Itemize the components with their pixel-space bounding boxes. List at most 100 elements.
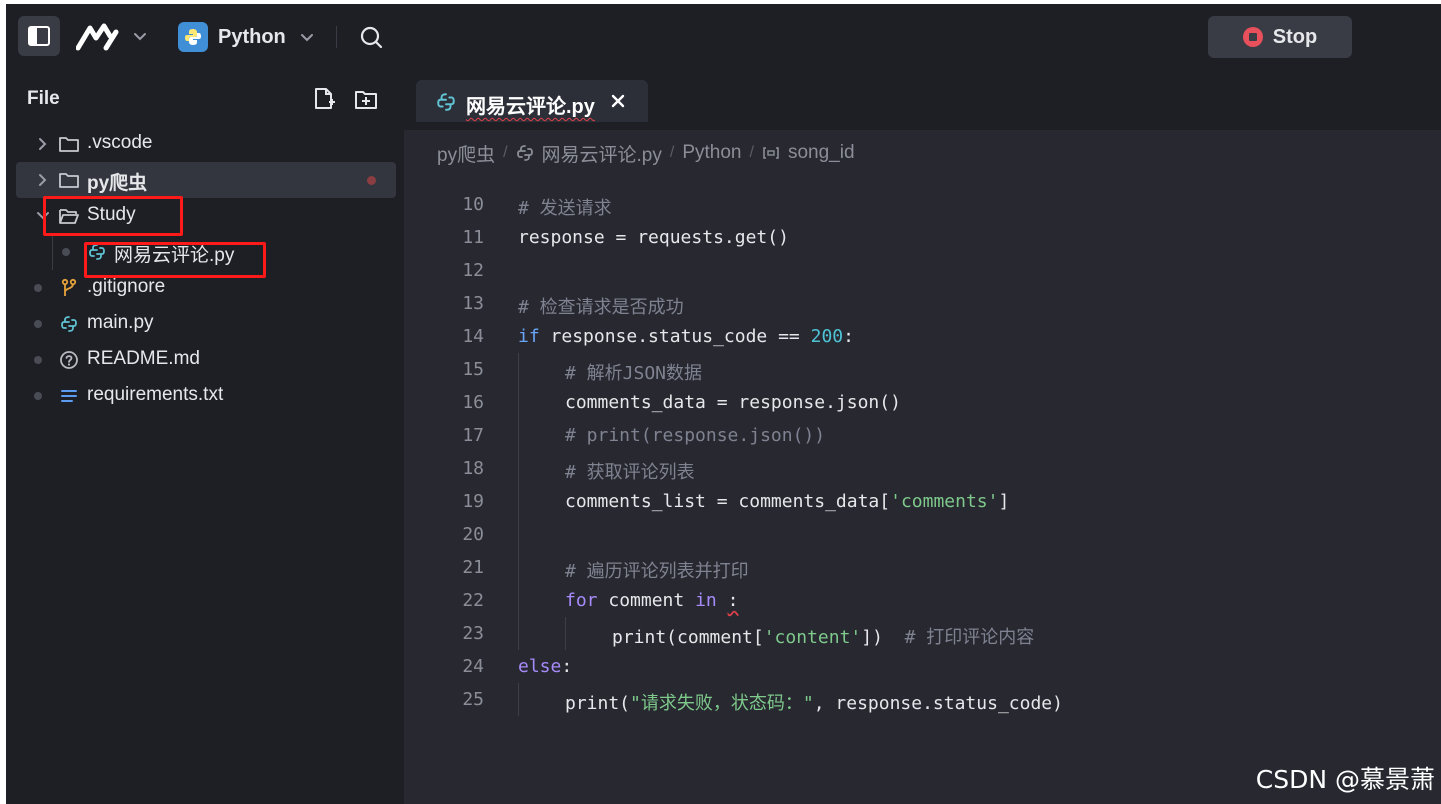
breadcrumb-separator: / (669, 144, 675, 161)
code-line: 11 response = requests.get() (404, 221, 1441, 254)
indent-guide (518, 683, 519, 716)
code-line: 14 if response.status_code == 200: (404, 320, 1441, 353)
folder-icon (58, 133, 80, 155)
breadcrumb-separator: / (749, 144, 754, 161)
code-text: for comment in : (565, 590, 739, 611)
tab-label: 网易云评论.py (466, 96, 595, 118)
stop-button[interactable]: Stop (1208, 16, 1352, 58)
code-text: print(comment['content']) # 打印评论内容 (612, 627, 1035, 648)
line-number: 19 (462, 491, 484, 512)
line-number: 11 (462, 227, 484, 248)
chevron-right-icon (39, 138, 47, 150)
chevron-down-icon (300, 34, 313, 42)
breadcrumb-item[interactable]: Python (682, 142, 741, 164)
tree-item-label: py爬虫 (87, 173, 148, 194)
code-line: 10 # 发送请求 (404, 188, 1441, 221)
code-line: 21 # 遍历评论列表并打印 (404, 551, 1441, 584)
new-folder-icon[interactable] (354, 88, 378, 110)
file-dot (34, 356, 42, 364)
code-line: 22 for comment in : (404, 584, 1441, 617)
tree-item-py-spider[interactable]: py爬虫 (16, 162, 396, 198)
tree-item-label: main.py (87, 312, 154, 333)
language-label: Python (218, 25, 286, 48)
code-text: else: (518, 656, 573, 677)
sidebar-toggle-icon (28, 26, 50, 46)
line-number: 25 (462, 689, 484, 710)
modified-indicator (367, 176, 376, 185)
tab-bar: 网易云评论.py (404, 70, 1441, 130)
tree-item-main-py[interactable]: main.py (16, 306, 396, 342)
variable-icon (762, 144, 780, 162)
code-line: 17 # print(response.json()) (404, 419, 1441, 452)
explorer-title: File (27, 88, 60, 109)
tree-item-label: README.md (87, 348, 200, 369)
line-number: 17 (462, 425, 484, 446)
stop-label: Stop (1272, 25, 1318, 48)
line-number: 13 (462, 293, 484, 314)
line-number: 18 (462, 458, 484, 479)
code-text: print("请求失败，状态码：", response.status_code) (565, 693, 1063, 714)
code-line: 12 (404, 254, 1441, 287)
indent-guide (518, 584, 519, 617)
code-text: # 遍历评论列表并打印 (565, 561, 749, 582)
highlight-box-file (84, 242, 266, 278)
text-lines-icon (58, 385, 80, 407)
python-file-icon (437, 93, 455, 111)
code-area[interactable]: 10 # 发送请求 11 response = requests.get() 12 … (404, 188, 1441, 716)
line-number: 10 (462, 194, 484, 215)
tree-item-requirements[interactable]: requirements.txt (16, 378, 396, 414)
git-branch-icon (58, 277, 80, 299)
tree-item-label: .gitignore (87, 276, 166, 297)
chevron-down-icon[interactable] (132, 26, 148, 46)
indent-guide (518, 551, 519, 584)
breadcrumb-item[interactable]: 网易云评论.py (542, 140, 662, 167)
line-number: 15 (462, 359, 484, 380)
tab-netease-comments-py[interactable]: 网易云评论.py (416, 80, 648, 122)
question-circle-icon (58, 349, 80, 371)
code-line: 15 # 解析JSON数据 (404, 353, 1441, 386)
indent-guide (518, 518, 519, 551)
code-editor: 网易云评论.py py爬虫 / 网易云评论.py / Python / song… (404, 70, 1441, 804)
indent-guide (518, 485, 519, 518)
line-number: 23 (462, 623, 484, 644)
app-logo-icon[interactable] (76, 22, 122, 52)
indent-guide (518, 353, 519, 386)
breadcrumb-item[interactable]: py爬虫 (437, 140, 495, 167)
top-bar: Python Stop (6, 4, 1441, 70)
code-text: # 检查请求是否成功 (518, 297, 684, 318)
indent-guide (518, 386, 519, 419)
ide-window: Python Stop File .vscode py爬虫 Study 网易云评… (6, 4, 1441, 804)
line-number: 20 (462, 524, 484, 545)
indent-guide (518, 617, 519, 650)
chevron-right-icon (39, 174, 47, 186)
indent-guide (518, 419, 519, 452)
language-selector[interactable]: Python (178, 20, 314, 54)
tree-item-vscode[interactable]: .vscode (16, 126, 396, 162)
tree-item-label: .vscode (87, 132, 153, 153)
code-text: # 发送请求 (518, 198, 612, 219)
code-text: # 解析JSON数据 (565, 363, 703, 384)
line-number: 14 (462, 326, 484, 347)
code-text: # 获取评论列表 (565, 462, 695, 483)
code-line: 16 comments_data = response.json() (404, 386, 1441, 419)
python-file-icon (516, 144, 534, 162)
indent-guide (565, 617, 566, 650)
tree-item-readme[interactable]: README.md (16, 342, 396, 378)
indent-guide (52, 234, 53, 270)
breadcrumb: py爬虫 / 网易云评论.py / Python / song_id (437, 140, 855, 166)
code-text: comments_list = comments_data['comments'… (565, 491, 1010, 512)
sidebar-toggle-button[interactable] (18, 16, 60, 56)
search-icon[interactable] (358, 24, 384, 50)
code-line: 13 # 检查请求是否成功 (404, 287, 1441, 320)
new-file-icon[interactable] (312, 86, 336, 112)
python-logo-icon (178, 22, 208, 52)
watermark: CSDN @慕景萧 (1255, 765, 1435, 794)
toolbar-divider (336, 26, 337, 48)
code-text: comments_data = response.json() (565, 392, 901, 413)
code-line: 25 print("请求失败，状态码：", response.status_cod… (404, 683, 1441, 716)
file-explorer: File .vscode py爬虫 Study 网易云评论.py .gitign… (6, 70, 404, 804)
close-icon[interactable] (609, 92, 627, 110)
breadcrumb-item[interactable]: song_id (788, 142, 855, 164)
file-dot (34, 284, 42, 292)
line-number: 12 (462, 260, 484, 281)
